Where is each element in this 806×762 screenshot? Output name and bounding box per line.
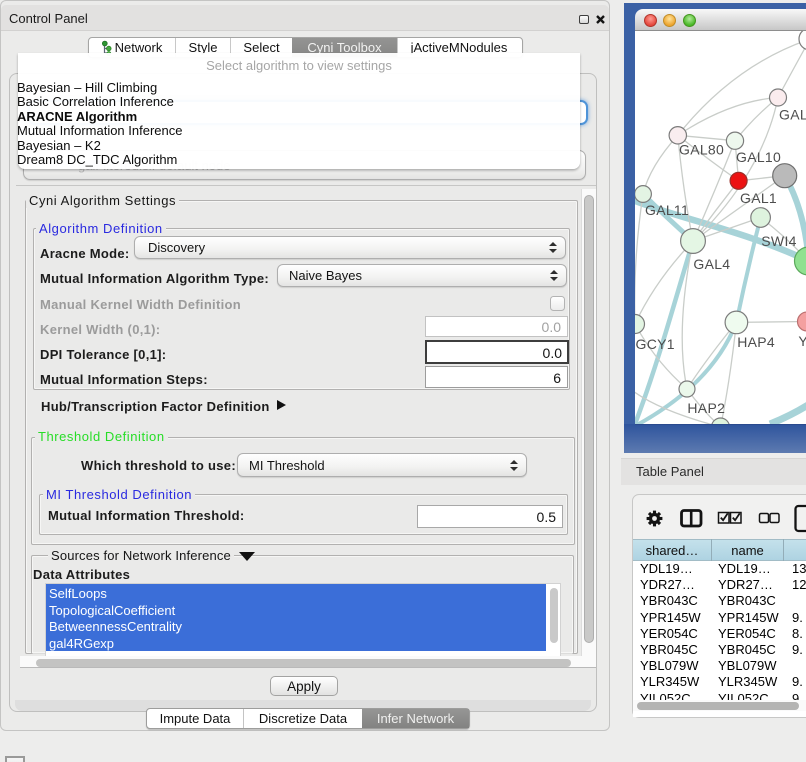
svg-text:GAL1: GAL1 bbox=[740, 190, 777, 206]
svg-text:GAL2: GAL2 bbox=[779, 107, 806, 123]
svg-text:HAP4: HAP4 bbox=[737, 334, 775, 350]
svg-text:GAL80: GAL80 bbox=[679, 142, 724, 158]
svg-text:GAL11: GAL11 bbox=[645, 202, 689, 218]
svg-text:GCY1: GCY1 bbox=[636, 336, 675, 352]
svg-text:Y: Y bbox=[798, 333, 806, 349]
svg-text:SWI4: SWI4 bbox=[761, 233, 796, 249]
svg-text:HAP2: HAP2 bbox=[687, 400, 725, 416]
svg-text:GAL4: GAL4 bbox=[693, 256, 730, 272]
svg-text:GAL10: GAL10 bbox=[736, 149, 781, 165]
